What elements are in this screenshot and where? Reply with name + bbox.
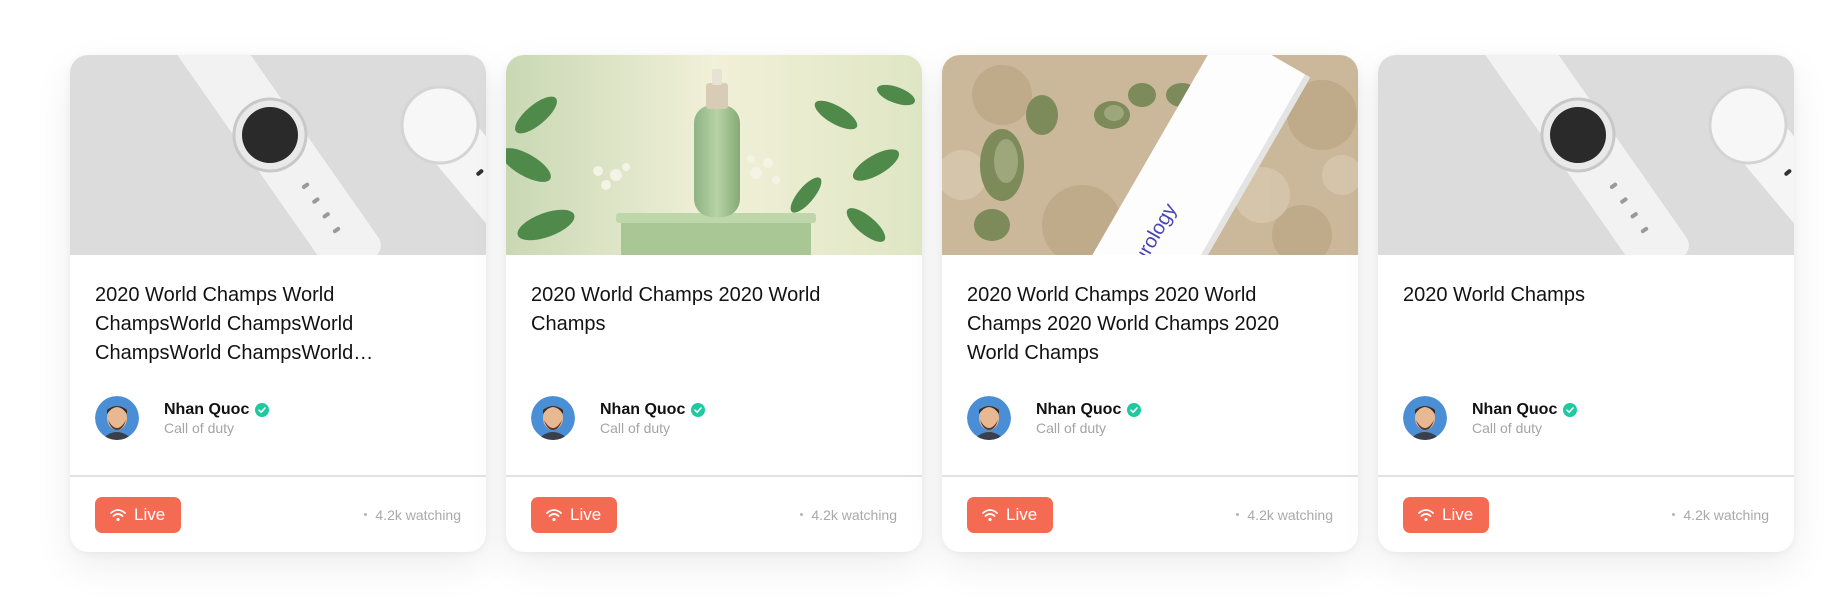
wifi-icon [1418, 508, 1434, 521]
author-name[interactable]: Nhan Quoc [1036, 400, 1142, 420]
author[interactable]: Nhan Quoc Call of duty [95, 396, 270, 440]
live-button[interactable]: Live [531, 496, 618, 533]
author-subtitle: Call of duty [164, 419, 235, 436]
author[interactable]: Nhan Quoc Call of duty [531, 396, 706, 440]
author-meta: Nhan Quoc Call of duty [600, 400, 706, 437]
stream-card[interactable]: 2020 World Champs Nhan Quoc Call of duty… [1378, 55, 1794, 552]
author-name-label: Nhan Quoc [1472, 400, 1558, 418]
watching-label: 4.2k watching [811, 506, 897, 523]
wifi-icon [982, 508, 998, 521]
stream-title[interactable]: 2020 World Champs 2020 World Champs 2020… [967, 281, 1333, 368]
live-label: Live [1442, 504, 1474, 524]
dot-separator [364, 513, 368, 516]
live-label: Live [570, 504, 602, 524]
card-body: 2020 World Champs World ChampsWorld Cham… [70, 255, 486, 475]
avatar[interactable] [531, 396, 575, 440]
author-name[interactable]: Nhan Quoc [1472, 400, 1578, 420]
author[interactable]: Nhan Quoc Call of duty [1403, 396, 1578, 440]
stream-thumbnail[interactable] [70, 55, 486, 255]
wifi-icon [546, 508, 562, 521]
watching-label: 4.2k watching [375, 506, 461, 523]
verified-check-icon [255, 402, 270, 417]
avatar[interactable] [1403, 396, 1447, 440]
stream-title[interactable]: 2020 World Champs [1403, 281, 1769, 368]
card-body: 2020 World Champs 2020 World Champs Nhan… [506, 255, 922, 475]
avatar[interactable] [95, 396, 139, 440]
card-row: 2020 World Champs World ChampsWorld Cham… [70, 55, 1794, 552]
live-label: Live [1006, 504, 1038, 524]
stream-title[interactable]: 2020 World Champs 2020 World Champs [531, 281, 897, 368]
watching-count: 4.2k watching [364, 507, 461, 523]
watching-count: 4.2k watching [1236, 507, 1333, 523]
stream-card[interactable]: Curology 2020 World Champs 2020 World Ch… [942, 55, 1358, 552]
watching-count: 4.2k watching [800, 507, 897, 523]
author-name-label: Nhan Quoc [1036, 400, 1122, 418]
author[interactable]: Nhan Quoc Call of duty [967, 396, 1142, 440]
card-body: 2020 World Champs 2020 World Champs 2020… [942, 255, 1358, 475]
live-label: Live [134, 504, 166, 524]
verified-check-icon [1127, 402, 1142, 417]
card-body: 2020 World Champs Nhan Quoc Call of duty [1378, 255, 1794, 475]
verified-check-icon [691, 402, 706, 417]
card-footer: Live 4.2k watching [942, 477, 1358, 552]
avatar[interactable] [967, 396, 1011, 440]
author-name[interactable]: Nhan Quoc [600, 400, 706, 420]
author-name-label: Nhan Quoc [600, 400, 686, 418]
author-name[interactable]: Nhan Quoc [164, 400, 270, 420]
author-name-label: Nhan Quoc [164, 400, 250, 418]
wifi-icon [110, 508, 126, 521]
card-footer: Live 4.2k watching [70, 477, 486, 552]
card-footer: Live 4.2k watching [1378, 477, 1794, 552]
stream-thumbnail[interactable] [1378, 55, 1794, 255]
verified-check-icon [1563, 402, 1578, 417]
dot-separator [1236, 513, 1240, 516]
stream-thumbnail[interactable] [506, 55, 922, 255]
stream-card[interactable]: 2020 World Champs 2020 World Champs Nhan… [506, 55, 922, 552]
dot-separator [800, 513, 804, 516]
watching-count: 4.2k watching [1672, 507, 1769, 523]
stream-title[interactable]: 2020 World Champs World ChampsWorld Cham… [95, 281, 461, 368]
author-meta: Nhan Quoc Call of duty [1472, 400, 1578, 437]
dot-separator [1672, 513, 1676, 516]
watching-label: 4.2k watching [1247, 506, 1333, 523]
live-button[interactable]: Live [95, 496, 182, 533]
author-meta: Nhan Quoc Call of duty [164, 400, 270, 437]
author-meta: Nhan Quoc Call of duty [1036, 400, 1142, 437]
watching-label: 4.2k watching [1683, 506, 1769, 523]
author-subtitle: Call of duty [1472, 419, 1543, 436]
stream-thumbnail[interactable]: Curology [942, 55, 1358, 255]
author-subtitle: Call of duty [1036, 419, 1107, 436]
card-footer: Live 4.2k watching [506, 477, 922, 552]
live-button[interactable]: Live [1403, 496, 1490, 533]
author-subtitle: Call of duty [600, 419, 671, 436]
stream-card[interactable]: 2020 World Champs World ChampsWorld Cham… [70, 55, 486, 552]
live-button[interactable]: Live [967, 496, 1054, 533]
